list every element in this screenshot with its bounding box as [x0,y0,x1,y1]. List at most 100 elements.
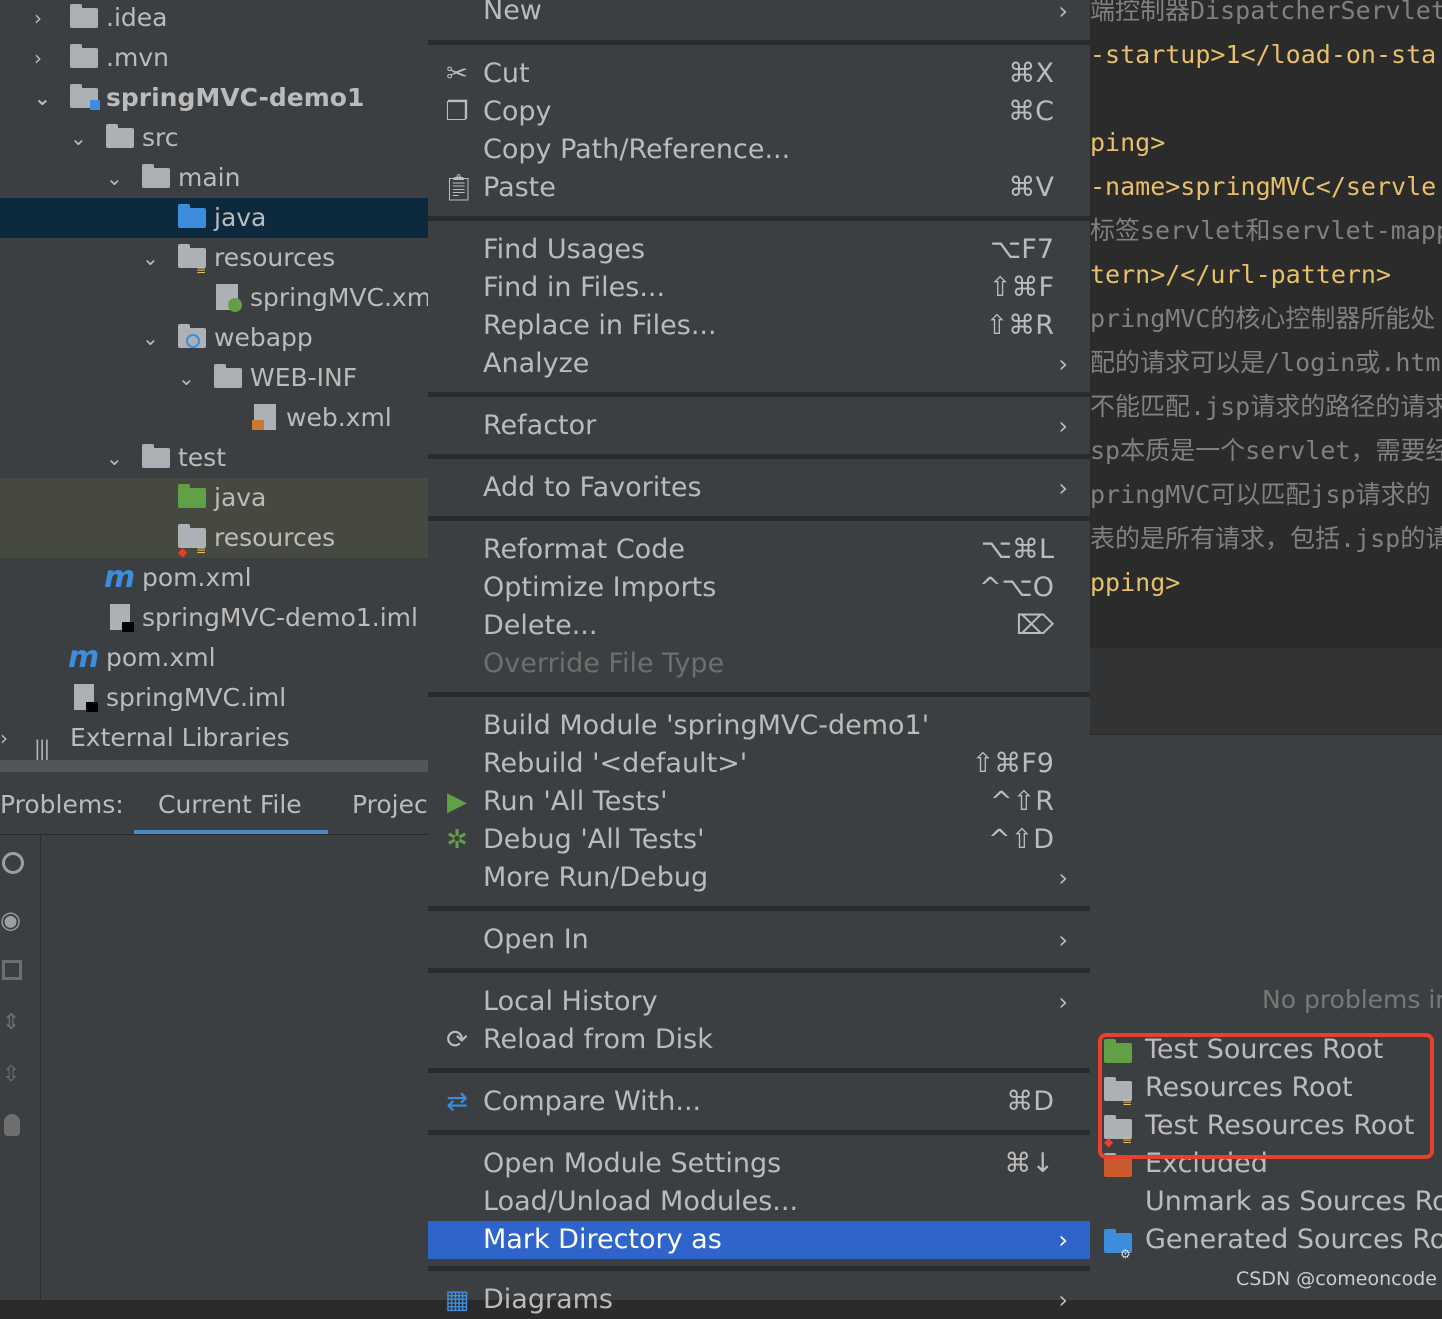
tree-item-label: pom.xml [106,643,216,672]
menu-item-load-unload-modules[interactable]: Load/Unload Modules... [428,1183,1090,1221]
eye-icon[interactable]: ◉ [0,906,21,934]
menu-item-find-in-files[interactable]: Find in Files... ⇧⌘F [428,269,1090,307]
lightbulb-icon[interactable] [4,1114,20,1136]
iml-badge-icon [86,702,98,712]
chevron-down-icon[interactable]: ⌄ [178,358,198,398]
code-editor[interactable] [1090,0,1442,604]
menu-item-delete[interactable]: Delete... ⌦ [428,607,1090,645]
tree-item-test-resources[interactable]: ◆ ≡ resources [0,518,428,559]
menu-item-copy-path[interactable]: Copy Path/Reference... [428,131,1090,169]
menu-item-new[interactable]: New › [428,0,1090,30]
tab-current-file[interactable]: Current File [158,790,302,819]
tree-item-root-iml[interactable]: springMVC.iml [0,678,428,718]
menu-separator [428,516,1090,521]
annotation-highlight-box [1098,1033,1434,1159]
compare-arrows-icon: ⇄ [446,1087,468,1117]
menu-item-refactor[interactable]: Refactor › [428,407,1090,445]
menu-label: Analyze [483,348,590,379]
menu-item-open-module-settings[interactable]: Open Module Settings ⌘↓ [428,1145,1090,1183]
submenu-label: Unmark as Sources Ro [1145,1186,1442,1217]
maven-icon: m [104,560,136,595]
menu-item-more-run-debug[interactable]: More Run/Debug › [428,859,1090,897]
menu-item-reformat-code[interactable]: Reformat Code ⌥⌘L [428,531,1090,569]
menu-separator [428,968,1090,973]
menu-item-optimize-imports[interactable]: Optimize Imports ^⌥O [428,569,1090,607]
tree-item-module[interactable]: ⌄ springMVC-demo1 [0,78,428,118]
menu-item-cut[interactable]: ✂ Cut ⌘X [428,55,1090,93]
chevron-down-icon[interactable]: ⌄ [106,158,126,198]
tree-item-springmvc-xml[interactable]: springMVC.xml [0,278,428,318]
menu-item-build-module[interactable]: Build Module 'springMVC-demo1' [428,707,1090,745]
menu-item-reload-from-disk[interactable]: ⟳ Reload from Disk [428,1021,1090,1059]
chevron-right-icon: › [1058,350,1068,378]
menu-item-mark-directory-as[interactable]: Mark Directory as › [428,1221,1090,1259]
menu-label: Rebuild '<default>' [483,748,748,779]
tree-item-main[interactable]: ⌄ main [0,158,428,198]
expand-all-icon[interactable]: ⇕ [2,1010,20,1035]
tree-item-test[interactable]: ⌄ test [0,438,428,478]
menu-item-copy[interactable]: ❐ Copy ⌘C [428,93,1090,131]
tree-item-external-libraries[interactable]: › ||| External Libraries [0,718,428,760]
scissors-icon: ✂ [446,59,468,89]
chevron-down-icon[interactable]: ⌄ [34,78,54,118]
menu-label: Refactor [483,410,597,441]
chevron-down-icon[interactable]: ⌄ [142,238,162,278]
menu-label: Copy Path/Reference... [483,134,791,165]
tree-item-idea[interactable]: › .idea [0,0,428,38]
chevron-right-icon: › [1058,412,1068,440]
menu-item-diagrams[interactable]: ▦ Diagrams › [428,1281,1090,1319]
project-tree[interactable]: › .idea › .mvn ⌄ springMVC-demo1 ⌄ src ⌄… [0,0,428,760]
tree-item-web-inf[interactable]: ⌄ WEB-INF [0,358,428,398]
menu-item-add-to-favorites[interactable]: Add to Favorites › [428,469,1090,507]
menu-separator [428,1266,1090,1271]
menu-item-local-history[interactable]: Local History › [428,983,1090,1021]
preview-icon[interactable] [2,960,22,980]
tree-item-test-java[interactable]: java [0,478,428,518]
menu-item-open-in[interactable]: Open In › [428,921,1090,959]
tree-item-pom-xml[interactable]: m pom.xml [0,558,428,598]
tree-item-main-resources[interactable]: ⌄ ≡ resources [0,238,428,278]
no-problems-text: No problems in [1262,985,1442,1014]
panel-divider[interactable] [0,760,428,772]
copy-icon: ❐ [445,97,469,127]
chevron-right-icon[interactable]: › [34,0,54,38]
menu-item-run-all-tests[interactable]: ▶ Run 'All Tests' ^⇧R [428,783,1090,821]
menu-item-analyze[interactable]: Analyze › [428,345,1090,383]
tree-item-src[interactable]: ⌄ src [0,118,428,158]
tree-item-mvn[interactable]: › .mvn [0,38,428,78]
menu-item-compare-with[interactable]: ⇄ Compare With... ⌘D [428,1083,1090,1121]
tree-item-main-java[interactable]: java [0,198,428,238]
module-badge-icon [90,100,100,110]
folder-icon [70,4,98,28]
web-badge-icon [186,334,200,348]
menu-separator [428,40,1090,45]
tree-item-module-iml[interactable]: springMVC-demo1.iml [0,598,428,638]
refresh-icon[interactable] [2,852,24,874]
chevron-down-icon[interactable]: ⌄ [70,118,90,158]
tree-item-root-pom-xml[interactable]: m pom.xml [0,638,428,678]
menu-item-rebuild[interactable]: Rebuild '<default>' ⇧⌘F9 [428,745,1090,783]
menu-shortcut: ⇧⌘R [985,310,1054,341]
chevron-right-icon[interactable]: › [0,718,20,758]
collapse-all-icon[interactable]: ⇳ [2,1062,20,1087]
chevron-down-icon[interactable]: ⌄ [106,438,126,478]
tree-item-label: resources [214,243,336,272]
submenu-item-unmark[interactable]: Unmark as Sources Ro [1090,1183,1442,1221]
menu-label: Diagrams [483,1284,613,1315]
menu-label: Reload from Disk [483,1024,713,1055]
chevron-down-icon[interactable]: ⌄ [142,318,162,358]
tree-item-label: main [178,163,241,192]
menu-item-paste[interactable]: 📋︎ Paste ⌘V [428,169,1090,207]
menu-item-debug-all-tests[interactable]: ✲ Debug 'All Tests' ^⇧D [428,821,1090,859]
menu-item-replace-in-files[interactable]: Replace in Files... ⇧⌘R [428,307,1090,345]
menu-item-find-usages[interactable]: Find Usages ⌥F7 [428,231,1090,269]
tree-item-webapp[interactable]: ⌄ webapp [0,318,428,358]
submenu-item-generated-sources-root[interactable]: ⚙ Generated Sources Ro [1090,1221,1442,1261]
menu-label: Optimize Imports [483,572,717,603]
tab-project[interactable]: Projec [352,790,428,819]
chevron-right-icon: › [1058,864,1068,892]
menu-shortcut: ^⌥O [979,572,1054,603]
menu-label: More Run/Debug [483,862,709,893]
tree-item-web-xml[interactable]: web.xml [0,398,428,438]
chevron-right-icon[interactable]: › [34,38,54,78]
